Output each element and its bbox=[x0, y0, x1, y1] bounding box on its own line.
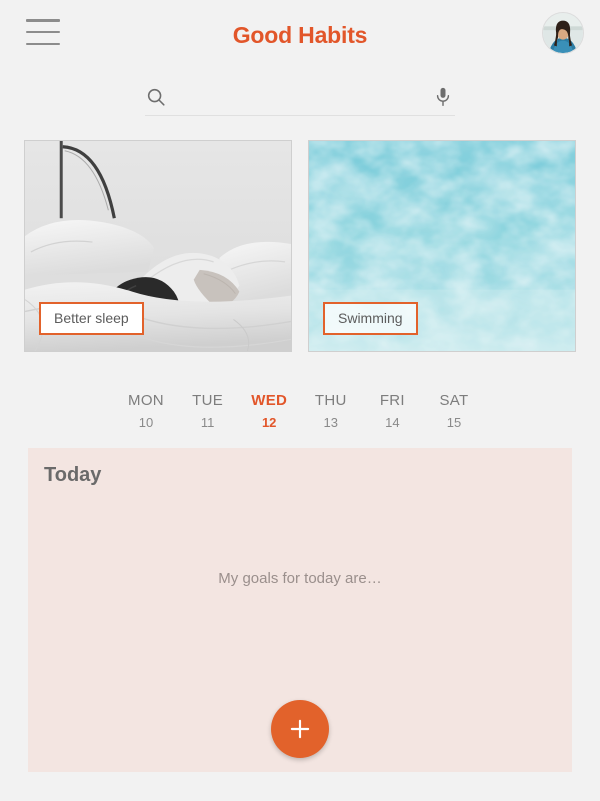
day-number: 10 bbox=[138, 415, 154, 430]
habit-card-label[interactable]: Better sleep bbox=[39, 302, 144, 335]
goals-placeholder-text[interactable]: My goals for today are… bbox=[28, 570, 572, 587]
day-selector: MON 10 TUE 11 WED 12 THU 13 FRI 14 SAT 1… bbox=[120, 392, 480, 430]
search-bar[interactable] bbox=[145, 78, 455, 116]
day-name: FRI bbox=[379, 392, 405, 409]
day-name: TUE bbox=[192, 392, 224, 409]
day-thu[interactable]: THU 13 bbox=[305, 392, 357, 430]
microphone-icon[interactable] bbox=[433, 85, 453, 109]
add-goal-button[interactable] bbox=[271, 700, 329, 758]
day-number: 15 bbox=[446, 415, 462, 430]
avatar[interactable] bbox=[542, 12, 584, 54]
day-tue[interactable]: TUE 11 bbox=[182, 392, 234, 430]
day-sat[interactable]: SAT 15 bbox=[428, 392, 480, 430]
day-mon[interactable]: MON 10 bbox=[120, 392, 172, 430]
day-wed[interactable]: WED 12 bbox=[243, 392, 295, 430]
habit-card-better-sleep[interactable]: Better sleep bbox=[24, 140, 292, 352]
today-heading: Today bbox=[44, 464, 102, 486]
habit-card-label[interactable]: Swimming bbox=[323, 302, 418, 335]
page-title: Good Habits bbox=[232, 22, 368, 48]
day-fri[interactable]: FRI 14 bbox=[366, 392, 418, 430]
habit-cards: Better sleep Swimming bbox=[24, 140, 576, 352]
day-name: THU bbox=[314, 392, 347, 409]
search-icon[interactable] bbox=[145, 86, 167, 108]
habit-card-swimming[interactable]: Swimming bbox=[308, 140, 576, 352]
day-number: 11 bbox=[200, 415, 215, 430]
day-number: 14 bbox=[385, 415, 400, 430]
app-header: Good Habits bbox=[0, 0, 600, 70]
avatar-image bbox=[543, 13, 583, 53]
day-name: MON bbox=[128, 392, 164, 409]
day-name: SAT bbox=[439, 392, 469, 409]
plus-icon bbox=[290, 719, 310, 739]
search-input[interactable] bbox=[167, 78, 433, 115]
today-panel: Today My goals for today are… bbox=[28, 448, 572, 772]
day-number: 13 bbox=[323, 415, 339, 430]
day-name: WED bbox=[251, 392, 288, 409]
day-number: 12 bbox=[261, 415, 277, 430]
